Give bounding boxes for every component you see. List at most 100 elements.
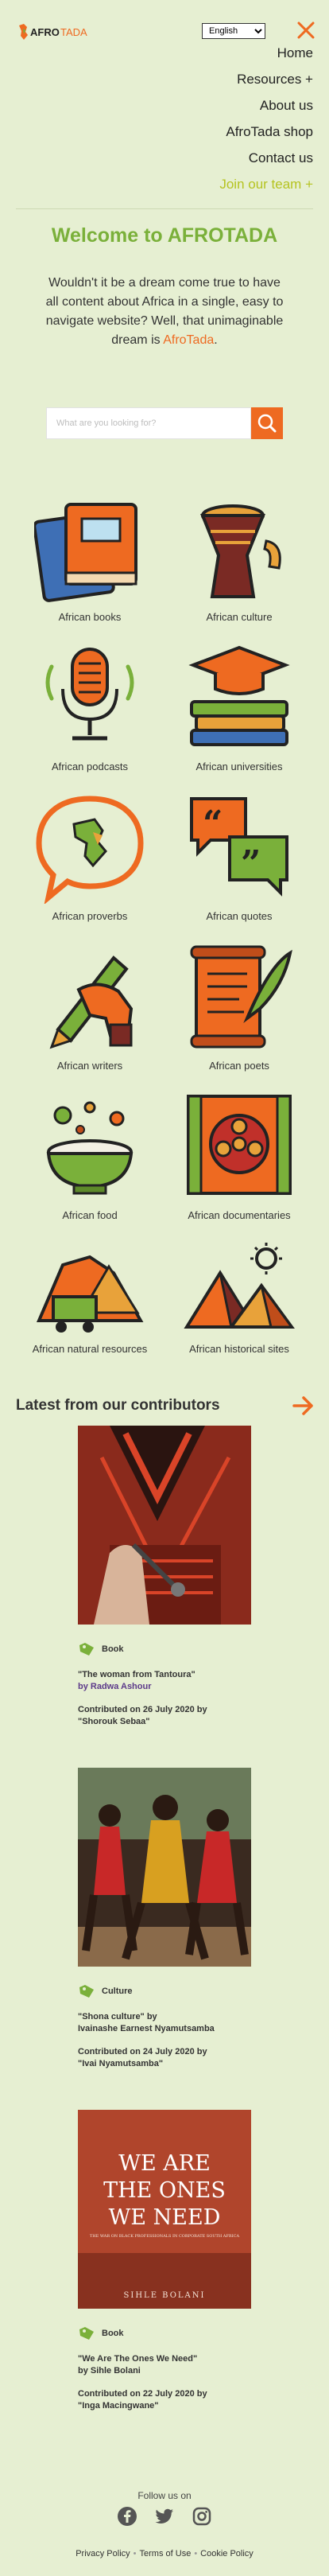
pyramids-icon <box>184 1243 295 1329</box>
svg-text:TADA: TADA <box>60 26 87 38</box>
category-label: African poets <box>209 1060 269 1072</box>
cover-author: SIHLE BOLANI <box>124 2291 206 2300</box>
category-african-historical-sites[interactable]: African historical sites <box>164 1241 315 1355</box>
category-label: African culture <box>206 611 273 623</box>
tag-icon <box>79 1985 94 1998</box>
post-author: by Radwa Ashour <box>78 1682 152 1691</box>
category-african-food[interactable]: African food <box>14 1091 165 1221</box>
post-title[interactable]: "The woman from Tantoura" by Radwa Ashour <box>78 1669 251 1693</box>
post-contribution: Contributed on 26 July 2020 by "Shorouk S… <box>78 1704 251 1728</box>
search-button[interactable] <box>251 407 283 439</box>
microphone-icon <box>45 648 134 741</box>
post-contribution: Contributed on 24 July 2020 by "Ivai Nyam… <box>78 2046 251 2070</box>
food-bowl-icon <box>46 1101 134 1195</box>
tag-icon <box>79 1643 94 1656</box>
svg-text:AFRO: AFRO <box>30 26 60 38</box>
category-african-natural-resources[interactable]: African natural resources <box>14 1241 165 1355</box>
graduation-cap-icon <box>188 645 290 746</box>
footer-link-cookie[interactable]: Cookie Policy <box>200 2549 254 2558</box>
search-input[interactable] <box>46 407 251 439</box>
nav-resources[interactable]: Resources + <box>219 71 313 97</box>
svg-text:“: “ <box>203 804 223 844</box>
tag-icon <box>79 2327 94 2340</box>
post-tag[interactable]: Culture <box>78 1984 251 1998</box>
category-label: African historical sites <box>189 1343 289 1355</box>
twitter-icon[interactable] <box>154 2506 175 2527</box>
nav-home[interactable]: Home <box>219 45 313 71</box>
cover-line-2: THE ONES <box>103 2178 226 2203</box>
welcome-title: Welcome to AFROTADA <box>51 224 278 247</box>
nav-about[interactable]: About us <box>219 97 313 123</box>
drum-icon <box>200 504 281 598</box>
post-tag-label: Culture <box>102 1986 133 1996</box>
svg-text:”: ” <box>241 843 261 884</box>
post-tag-label: Book <box>102 1644 124 1654</box>
category-african-books[interactable]: African books <box>14 493 165 623</box>
film-reel-icon <box>187 1095 292 1195</box>
latest-title: Latest from our contributors <box>16 1397 220 1414</box>
speech-bubble-africa-icon <box>36 796 144 904</box>
nav-shop[interactable]: AfroTada shop <box>219 123 313 150</box>
post-tag[interactable]: Book <box>78 1642 251 1656</box>
post-title-text: "We Are The Ones We Need" <box>78 2354 198 2364</box>
footer-link-privacy[interactable]: Privacy Policy <box>75 2549 130 2558</box>
post-image[interactable]: WE ARE THE ONES WE NEED THE WAR ON BLACK… <box>78 2110 251 2309</box>
category-label: African books <box>58 611 122 623</box>
facebook-icon[interactable] <box>117 2506 137 2527</box>
arrow-right-icon[interactable] <box>292 1395 315 1416</box>
category-label: African podcasts <box>51 761 129 772</box>
post-meta: Book "We Are The Ones We Need" by Sihle B… <box>78 2326 251 2412</box>
category-label: African proverbs <box>52 910 128 922</box>
category-african-podcasts[interactable]: African podcasts <box>14 643 165 772</box>
post-contributed: Contributed on 26 July 2020 by <box>78 1705 207 1714</box>
quotes-icon: “ ” <box>190 797 288 897</box>
post-title-text: "Shona culture" by <box>78 2012 157 2021</box>
post-contributor: "Ivai Nyamutsamba" <box>78 2059 164 2068</box>
post-tag-label: Book <box>102 2329 124 2338</box>
language-select[interactable]: English <box>202 23 265 39</box>
post-contributor: "Inga Macingwane" <box>78 2401 159 2411</box>
instagram-icon[interactable] <box>192 2506 212 2527</box>
category-african-proverbs[interactable]: African proverbs <box>14 792 165 922</box>
post-card[interactable]: WE ARE THE ONES WE NEED THE WAR ON BLACK… <box>78 2110 251 2412</box>
post-title[interactable]: "Shona culture" by Ivainashe Earnest Nyam… <box>78 2011 251 2035</box>
post-title[interactable]: "We Are The Ones We Need" by Sihle Bolani <box>78 2353 251 2377</box>
post-contributed: Contributed on 24 July 2020 by <box>78 2047 207 2057</box>
category-african-quotes[interactable]: “ ” African quotes <box>164 792 315 922</box>
mining-icon <box>36 1255 144 1333</box>
post-author: by Sihle Bolani <box>78 2366 141 2376</box>
header-divider <box>16 208 313 209</box>
category-label: African quotes <box>206 910 273 922</box>
category-label: African universities <box>195 761 283 772</box>
main-nav: Home Resources + About us AfroTada shop … <box>219 45 313 202</box>
welcome-text: Wouldn't it be a dream come true to have… <box>45 274 284 350</box>
post-contributor: "Shorouk Sebaa" <box>78 1717 150 1726</box>
footer-separator: • <box>133 2549 137 2558</box>
cover-line-3: WE NEED <box>109 2205 221 2230</box>
post-meta: Culture "Shona culture" by Ivainashe Earn… <box>78 1984 251 2070</box>
search-icon <box>257 414 277 433</box>
pen-hand-icon <box>49 955 134 1049</box>
category-label: African natural resources <box>32 1343 148 1355</box>
category-african-documentaries[interactable]: African documentaries <box>164 1091 315 1221</box>
category-african-culture[interactable]: African culture <box>164 493 315 623</box>
post-image[interactable] <box>78 1426 251 1625</box>
category-label: African documentaries <box>188 1209 291 1221</box>
post-card[interactable]: Book "The woman from Tantoura" by Radwa A… <box>78 1426 251 1728</box>
post-meta: Book "The woman from Tantoura" by Radwa A… <box>78 1642 251 1728</box>
afrotada-logo[interactable]: AFRO TADA <box>16 22 95 41</box>
category-african-poets[interactable]: African poets <box>164 942 315 1072</box>
post-contributed: Contributed on 22 July 2020 by <box>78 2389 207 2399</box>
post-title-text: "The woman from Tantoura" <box>78 1670 195 1679</box>
footer-link-terms[interactable]: Terms of Use <box>140 2549 192 2558</box>
post-card[interactable]: Culture "Shona culture" by Ivainashe Earn… <box>78 1768 251 2070</box>
nav-join-team[interactable]: Join our team + <box>219 176 313 202</box>
nav-contact[interactable]: Contact us <box>219 150 313 176</box>
cover-subtitle: THE WAR ON BLACK PROFESSIONALS IN CORPOR… <box>90 2234 240 2239</box>
category-african-writers[interactable]: African writers <box>14 942 165 1072</box>
category-african-universities[interactable]: African universities <box>164 643 315 772</box>
footer-links: Privacy Policy • Terms of Use • Cookie Polic… <box>0 2549 329 2558</box>
close-menu-icon[interactable] <box>296 19 316 41</box>
post-image[interactable] <box>78 1768 251 1967</box>
post-tag[interactable]: Book <box>78 2326 251 2341</box>
